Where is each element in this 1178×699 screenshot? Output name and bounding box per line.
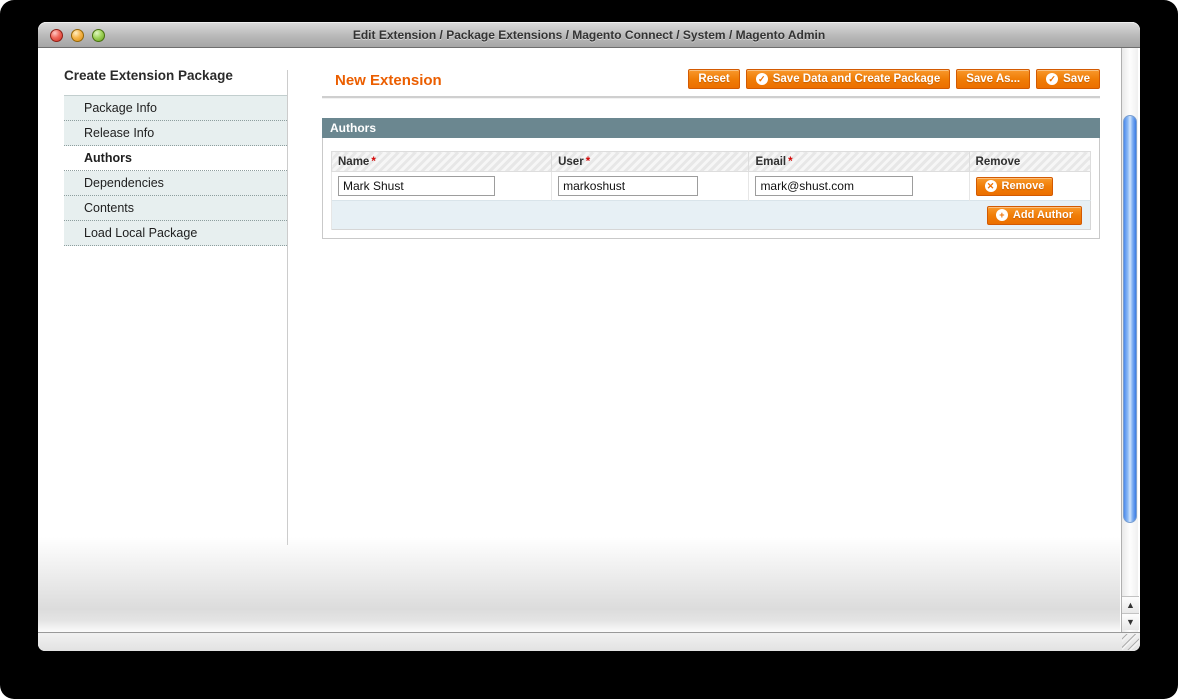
- resize-grip[interactable]: [1122, 634, 1139, 650]
- authors-panel-header: Authors: [322, 118, 1100, 138]
- plus-icon: +: [996, 209, 1008, 221]
- toolbar: Reset ✓ Save Data and Create Package Sav…: [688, 69, 1100, 89]
- column-header-email: Email*: [749, 152, 969, 172]
- column-header-remove: Remove: [969, 152, 1090, 172]
- sidebar-item-release-info[interactable]: Release Info: [64, 121, 287, 146]
- author-email-cell: [749, 172, 969, 201]
- author-email-input[interactable]: [755, 176, 912, 196]
- add-author-cell: + Add Author: [332, 201, 1091, 230]
- column-label: User: [558, 156, 584, 168]
- reset-button-label: Reset: [698, 73, 729, 85]
- titlebar: Edit Extension / Package Extensions / Ma…: [38, 22, 1140, 48]
- authors-table: Name* User* Email* Remove: [331, 151, 1091, 230]
- column-header-user: User*: [552, 152, 749, 172]
- check-icon: ✓: [756, 73, 768, 85]
- sidebar-nav: Package Info Release Info Authors Depend…: [64, 95, 287, 246]
- author-user-input[interactable]: [558, 176, 698, 196]
- remove-author-button[interactable]: ✕ Remove: [976, 177, 1054, 196]
- authors-table-header-row: Name* User* Email* Remove: [332, 152, 1091, 172]
- author-row: ✕ Remove: [332, 172, 1091, 201]
- save-as-button-label: Save As...: [966, 73, 1020, 85]
- scrollbar-arrows: ▲ ▼: [1122, 596, 1139, 630]
- scrollbar-thumb[interactable]: [1123, 115, 1137, 523]
- author-remove-cell: ✕ Remove: [969, 172, 1090, 201]
- sidebar-divider: [287, 70, 288, 545]
- required-marker: *: [788, 156, 792, 168]
- sidebar: Create Extension Package Package Info Re…: [64, 68, 287, 246]
- column-label: Remove: [976, 156, 1021, 168]
- page-title: New Extension: [335, 72, 442, 89]
- save-data-button-label: Save Data and Create Package: [773, 73, 940, 85]
- sidebar-item-contents[interactable]: Contents: [64, 196, 287, 221]
- save-data-and-create-package-button[interactable]: ✓ Save Data and Create Package: [746, 69, 950, 89]
- sidebar-item-dependencies[interactable]: Dependencies: [64, 171, 287, 196]
- page-content: Create Extension Package Package Info Re…: [38, 48, 1140, 632]
- required-marker: *: [371, 156, 375, 168]
- scroll-down-button[interactable]: ▼: [1122, 613, 1139, 630]
- vertical-scrollbar[interactable]: ▲ ▼: [1121, 48, 1138, 632]
- sidebar-item-load-local-package[interactable]: Load Local Package: [64, 221, 287, 246]
- author-name-cell: [332, 172, 552, 201]
- author-name-input[interactable]: [338, 176, 495, 196]
- scroll-up-button[interactable]: ▲: [1122, 596, 1139, 613]
- authors-panel-body: Name* User* Email* Remove: [322, 138, 1100, 239]
- header-divider: [322, 96, 1100, 99]
- bottom-fade: [38, 537, 1120, 632]
- sidebar-item-authors[interactable]: Authors: [64, 146, 287, 171]
- check-icon: ✓: [1046, 73, 1058, 85]
- column-label: Email: [755, 156, 786, 168]
- screen-background: Edit Extension / Package Extensions / Ma…: [0, 0, 1178, 699]
- add-author-row: + Add Author: [332, 201, 1091, 230]
- save-button-label: Save: [1063, 73, 1090, 85]
- sidebar-item-package-info[interactable]: Package Info: [64, 96, 287, 121]
- save-as-button[interactable]: Save As...: [956, 69, 1030, 89]
- status-bar: [38, 632, 1140, 651]
- remove-button-label: Remove: [1002, 180, 1045, 192]
- remove-x-icon: ✕: [985, 180, 997, 192]
- column-header-name: Name*: [332, 152, 552, 172]
- app-window: Edit Extension / Package Extensions / Ma…: [38, 22, 1140, 651]
- authors-panel: Authors Name* User*: [322, 118, 1100, 239]
- required-marker: *: [586, 156, 590, 168]
- add-author-button[interactable]: + Add Author: [987, 206, 1082, 225]
- add-author-button-label: Add Author: [1013, 209, 1073, 221]
- window-title: Edit Extension / Package Extensions / Ma…: [38, 22, 1140, 48]
- author-user-cell: [552, 172, 749, 201]
- column-label: Name: [338, 156, 369, 168]
- sidebar-title: Create Extension Package: [64, 68, 287, 83]
- reset-button[interactable]: Reset: [688, 69, 739, 89]
- save-button[interactable]: ✓ Save: [1036, 69, 1100, 89]
